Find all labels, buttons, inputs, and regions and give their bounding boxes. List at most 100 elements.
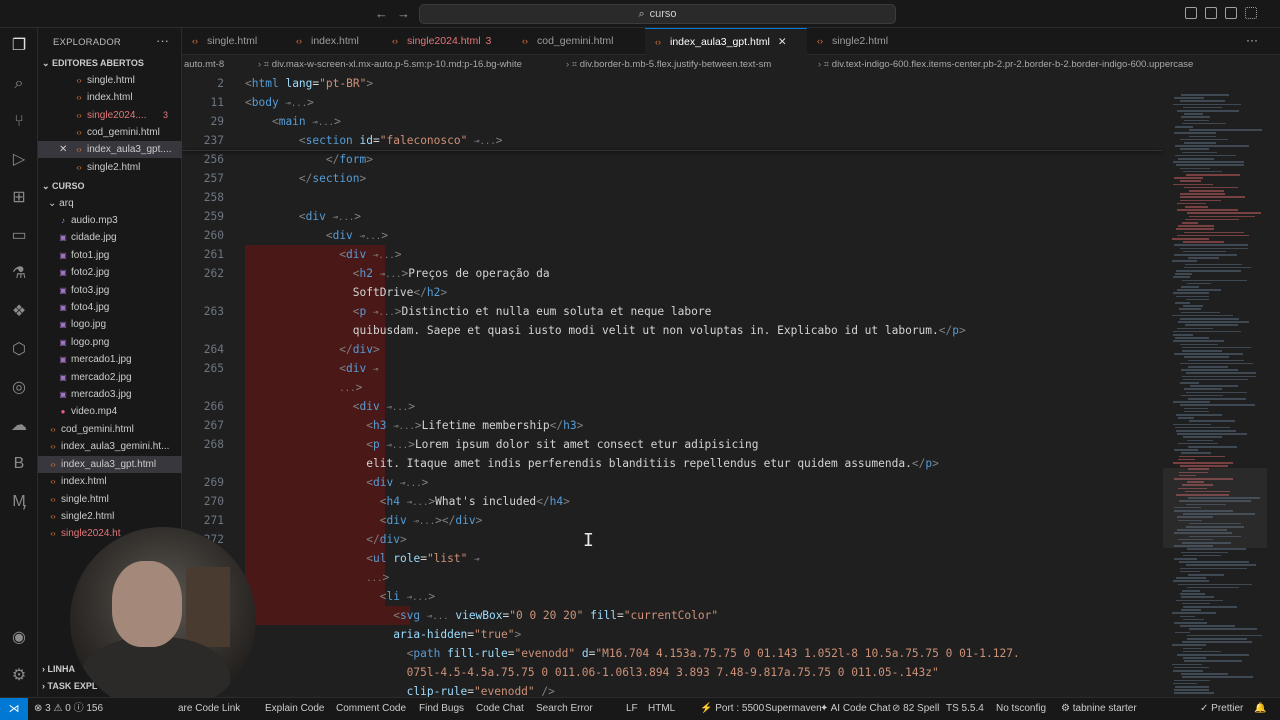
- breadcrumb-item[interactable]: auto.mt-8: [184, 55, 224, 74]
- run-debug-icon[interactable]: ▷: [9, 150, 29, 170]
- status-item[interactable]: Comment Code: [336, 698, 406, 720]
- status-item[interactable]: Code Chat: [476, 698, 524, 720]
- tab-cod_gemini-html[interactable]: ‹› cod_gemini.html: [512, 28, 645, 55]
- extensions-icon[interactable]: ⊞: [9, 188, 29, 208]
- code-line[interactable]: 268 <p ⊸...>Lorem ipsum dolor sit amet c…: [182, 435, 1162, 454]
- code-line[interactable]: 262 <h2 ⊸...>Preços de operação da: [182, 264, 1162, 283]
- account-icon[interactable]: ◉: [9, 628, 29, 648]
- minimap-slider[interactable]: [1163, 468, 1267, 548]
- open-editor-item[interactable]: ‹› cod_gemini.html: [38, 124, 182, 141]
- toggle-secondary-sidebar-icon[interactable]: [1225, 7, 1237, 19]
- status-item[interactable]: ✦ AI Code Chat: [820, 698, 891, 720]
- status-item[interactable]: No tsconfig: [996, 698, 1046, 720]
- ai-assistant-icon[interactable]: Ӎ: [9, 492, 29, 512]
- code-line[interactable]: SoftDrive</h2>: [182, 283, 1162, 302]
- search-icon[interactable]: ⌕: [9, 74, 29, 94]
- file-item[interactable]: ● video.mp4: [38, 403, 182, 420]
- status-item[interactable]: Explain Code: [265, 698, 324, 720]
- file-item[interactable]: ‹› index.html: [38, 473, 182, 490]
- file-item[interactable]: ▣ cidade.jpg: [38, 229, 182, 246]
- files-icon[interactable]: ❐: [9, 36, 29, 56]
- sticky-line[interactable]: 237 <section id="faleconosco" ⊸...>: [182, 131, 1162, 150]
- tab-index_aula3_gpt-html[interactable]: ‹› index_aula3_gpt.html ✕: [645, 28, 807, 55]
- tab-index-html[interactable]: ‹› index.html: [286, 28, 382, 55]
- close-icon[interactable]: ✕: [778, 36, 787, 48]
- live-share-icon[interactable]: ☁: [9, 416, 29, 436]
- status-item[interactable]: HTML: [648, 698, 675, 720]
- toggle-panel-icon[interactable]: [1205, 7, 1217, 19]
- tab-single-html[interactable]: ‹› single.html: [182, 28, 286, 55]
- breadcrumb-item[interactable]: › ⌗ div.border-b.mb-5.flex.justify-betwe…: [566, 55, 771, 74]
- status-item[interactable]: ✓ Prettier: [1200, 698, 1243, 720]
- status-item[interactable]: LF: [626, 698, 638, 720]
- close-icon[interactable]: ✕: [59, 141, 67, 158]
- file-item[interactable]: ▣ foto2.jpg: [38, 264, 182, 281]
- folder-arq[interactable]: ⌄ arq: [38, 195, 182, 212]
- folder-header[interactable]: ⌄ CURSO: [38, 178, 182, 195]
- open-editor-item[interactable]: ‹› single.html: [38, 72, 182, 89]
- tab-single2-html[interactable]: ‹› single2.html: [807, 28, 907, 55]
- file-item[interactable]: ‹› cod_gemini.html: [38, 421, 182, 438]
- back-arrow-icon[interactable]: ←: [375, 6, 388, 21]
- code-line[interactable]: <ul role="list" ⊸: [182, 549, 1162, 568]
- tab-single2024-html[interactable]: ‹› single2024.html 3: [382, 28, 512, 55]
- status-item[interactable]: ⚡ Port : 5500: [700, 698, 764, 720]
- bold-b-icon[interactable]: B: [9, 454, 29, 474]
- more-actions-icon[interactable]: ···: [156, 33, 169, 48]
- code-line[interactable]: 260 <div ⊸...>: [182, 226, 1162, 245]
- file-item[interactable]: ▣ foto1.jpg: [38, 247, 182, 264]
- python-icon[interactable]: ❖: [9, 302, 29, 322]
- sticky-line[interactable]: 29 <main ⊸...>: [182, 112, 1162, 131]
- breadcrumb-item[interactable]: › ⌗ div.text-indigo-600.flex.items-cente…: [818, 55, 1193, 74]
- code-line[interactable]: 267 <h3 ⊸...>Lifetime membership</h3>: [182, 416, 1162, 435]
- gitlens-icon[interactable]: ◎: [9, 378, 29, 398]
- notifications-icon[interactable]: 🔔: [1254, 698, 1266, 720]
- forward-arrow-icon[interactable]: →: [397, 6, 410, 21]
- gear-icon[interactable]: ⚙: [9, 666, 29, 686]
- code-line[interactable]: ...>: [182, 378, 1162, 397]
- code-line[interactable]: 264 </div>: [182, 340, 1162, 359]
- file-item[interactable]: ‹› single.html: [38, 491, 182, 508]
- status-item[interactable]: ⚙ tabnine starter: [1061, 698, 1137, 720]
- toggle-sidebar-icon[interactable]: [1185, 7, 1197, 19]
- code-line[interactable]: <svg ⊸... viewBox="0 0 20 20" fill="curr…: [182, 606, 1162, 625]
- breadcrumb-item[interactable]: › ⌗ div.max-w-screen-xl.mx-auto.p-5.sm:p…: [258, 55, 522, 74]
- code-line[interactable]: quibusdam. Saepe et quasi iusto modi vel…: [182, 321, 1162, 340]
- code-line[interactable]: 270 <h4 ⊸...>What's included</h4>: [182, 492, 1162, 511]
- code-line[interactable]: <path fill-rule="evenodd" d="M16.704 4.1…: [182, 644, 1162, 663]
- status-item[interactable]: TS 5.5.4: [946, 698, 984, 720]
- code-line[interactable]: <li ⊸...>: [182, 587, 1162, 606]
- code-line[interactable]: aria-hidden="true">: [182, 625, 1162, 644]
- file-item[interactable]: ▣ logo.jpg: [38, 316, 182, 333]
- code-line[interactable]: 261 <div ⊸...>: [182, 245, 1162, 264]
- file-item[interactable]: ▣ mercado2.jpg: [38, 369, 182, 386]
- open-editor-item[interactable]: ✕ ‹› index_aula3_gpt....: [38, 141, 182, 159]
- docker-icon[interactable]: ⬡: [9, 340, 29, 360]
- file-item[interactable]: ▣ foto4.jpg: [38, 299, 182, 316]
- file-item[interactable]: ‹› single2.html: [38, 508, 182, 525]
- code-line[interactable]: 256 </form>: [182, 150, 1162, 169]
- status-item[interactable]: Search Error: [536, 698, 593, 720]
- remote-explorer-icon[interactable]: ▭: [9, 226, 29, 246]
- status-item[interactable]: Supermaven: [765, 698, 822, 720]
- file-item[interactable]: ‹› index_aula3_gpt.html: [38, 455, 182, 473]
- command-center-search[interactable]: ⌕ curso: [419, 4, 896, 24]
- code-line[interactable]: 259 <div ⊸...>: [182, 207, 1162, 226]
- minimap[interactable]: [1168, 74, 1268, 697]
- status-item[interactable]: are Code Link: [178, 698, 240, 720]
- open-editor-item[interactable]: ‹› index.html: [38, 89, 182, 106]
- code-line[interactable]: elit. Itaque amet indis perferendis blan…: [182, 454, 1162, 473]
- sticky-line[interactable]: 2 <html lang="pt-BR">: [182, 74, 1162, 93]
- file-item[interactable]: ▣ logo.png: [38, 334, 182, 351]
- code-line[interactable]: 258: [182, 188, 1162, 207]
- code-line[interactable]: 075l-4.5-4.5a.75.75 0 011.06-1.06l3.894 …: [182, 663, 1162, 682]
- open-editor-item[interactable]: ‹› single2024.... 3: [38, 107, 182, 124]
- remote-indicator-icon[interactable]: ⋊: [0, 698, 28, 720]
- code-line[interactable]: 269 <div ⊸...>: [182, 473, 1162, 492]
- file-item[interactable]: ‹› index_aula3_gemini.ht...: [38, 438, 182, 455]
- open-editor-item[interactable]: ‹› single2.html: [38, 159, 182, 176]
- file-item[interactable]: ♪ audio.mp3: [38, 212, 182, 229]
- status-item[interactable]: Find Bugs: [419, 698, 464, 720]
- code-line[interactable]: 272 </div>: [182, 530, 1162, 549]
- code-line[interactable]: 265 <div ⊸: [182, 359, 1162, 378]
